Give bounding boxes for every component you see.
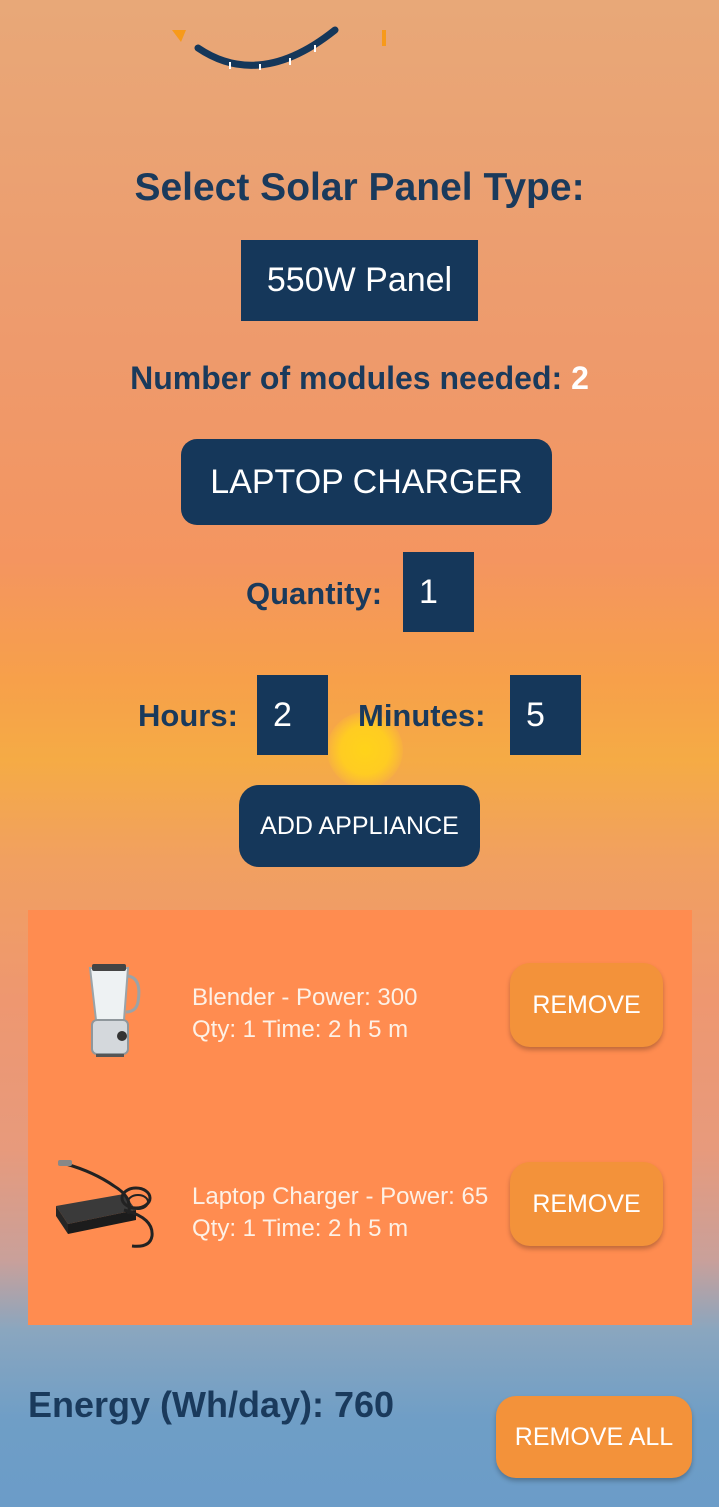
item-details: Qty: 1 Time: 2 h 5 m [192,1016,409,1043]
energy-total: Energy (Wh/day): 760 [28,1384,395,1425]
appliance-select-button[interactable]: LAPTOP CHARGER [181,439,552,525]
minutes-label: Minutes: [358,698,486,733]
panel-type-select[interactable]: 550W Panel [241,240,478,321]
hours-label: Hours: [138,698,238,733]
panel-type-title: Select Solar Panel Type: [134,166,585,209]
appliance-list: Blender - Power: 300 Qty: 1 Time: 2 h 5 … [28,910,692,1325]
modules-needed: Number of modules needed: 2 [0,360,719,397]
item-description: Laptop Charger - Power: 65 [192,1183,489,1210]
hours-input[interactable]: 2 [257,675,328,755]
remove-all-button[interactable]: REMOVE ALL [496,1396,692,1478]
minutes-input[interactable]: 5 [510,675,581,755]
quantity-input[interactable]: 1 [403,552,474,632]
laptop-charger-icon [56,1160,154,1248]
add-appliance-button[interactable]: ADD APPLIANCE [239,785,480,867]
remove-button[interactable]: REMOVE [510,963,663,1047]
item-details: Qty: 1 Time: 2 h 5 m [192,1215,409,1242]
remove-button[interactable]: REMOVE [510,1162,663,1246]
item-description: Blender - Power: 300 [192,984,418,1011]
blender-icon [88,964,141,1057]
modules-value: 2 [571,360,589,396]
quantity-label: Quantity: [246,576,383,611]
app-logo [172,26,386,70]
modules-label: Number of modules needed: [130,360,572,396]
